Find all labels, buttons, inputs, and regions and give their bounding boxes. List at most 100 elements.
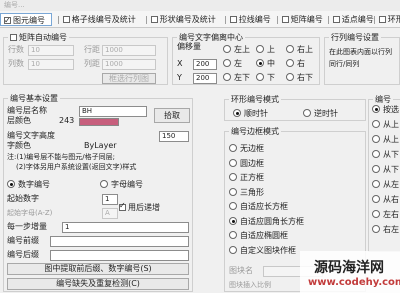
suffix-input[interactable] (50, 250, 189, 261)
numeric-mode-radio[interactable]: 数字编号 (7, 180, 50, 190)
numbering-order-title: 编号 (373, 95, 393, 104)
radio-icon (286, 59, 294, 67)
counterclockwise-radio[interactable]: 逆时针 (303, 109, 338, 119)
align-right[interactable]: 右 (286, 59, 305, 69)
frame-rounded-rect-radio[interactable]: 自适应圆角长方框 (229, 217, 304, 227)
align-top-left[interactable]: 左上 (223, 45, 250, 55)
radio-icon (229, 173, 237, 181)
layer-color-swatch[interactable] (79, 118, 119, 126)
frame-ellipse-radio[interactable]: 自适应椭圆框 (229, 231, 288, 241)
watermark-site-name: 源码海洋网 (314, 260, 384, 276)
pick-button[interactable]: 拾取 (154, 108, 190, 123)
watermark-url: www.codehy.com (308, 277, 400, 288)
frame-circle-radio[interactable]: 圆边框 (229, 159, 264, 169)
select-rows-cols-button[interactable]: 框选行列图 (102, 73, 156, 84)
radio-icon (372, 120, 380, 128)
col-distance-label: 列距 (84, 59, 100, 68)
rows-input[interactable]: 10 (28, 45, 74, 56)
row-col-same: 同行/同列 (329, 60, 360, 68)
check-missing-duplicate-button[interactable]: 编号缺失及重复检测(C) (7, 278, 189, 290)
frame-triangle-radio[interactable]: 三角形 (229, 188, 264, 198)
align-top[interactable]: 上 (256, 45, 275, 55)
matrix-group: 矩阵自动编号 行数 10 行距 1000 列数 10 列距 1000 框选行列图 (3, 33, 168, 85)
row-distance-input[interactable]: 1000 (102, 45, 156, 56)
frame-square-radio[interactable]: 正方框 (229, 173, 264, 183)
text-height-input[interactable]: 150 (159, 131, 189, 142)
row-col-group-title: 行列编号设置 (329, 33, 381, 42)
frame-mode-title: 编号边框模式 (229, 127, 281, 136)
radio-icon (372, 210, 380, 218)
radio-icon (286, 73, 294, 81)
y-label: Y (177, 73, 182, 82)
radio-icon (223, 73, 231, 81)
tab-checkbox-icon (150, 16, 158, 23)
step-input[interactable]: 1 (62, 222, 189, 233)
matrix-enable-checkbox[interactable] (10, 34, 17, 41)
frame-rect-radio[interactable]: 自适应长方框 (229, 202, 288, 212)
block-name-label: 图块名 (229, 266, 253, 275)
layer-name-label: 编号层名称 (7, 106, 47, 115)
start-letter-input[interactable]: A (102, 208, 118, 219)
radio-icon (372, 195, 380, 203)
tab-strip: 图元编号 |格子线编号及统计 |形状编号及统计 |拉线编号 |矩阵编号 |适点编… (0, 11, 400, 28)
row-col-hint: 在此图表内面以行列 (329, 48, 392, 56)
alpha-mode-radio[interactable]: 字母编号 (100, 180, 143, 190)
order-option[interactable]: 从左 (372, 180, 399, 190)
tab-shape-numbering[interactable]: | 形状编号及统计 (142, 13, 216, 26)
align-bottom[interactable]: 下 (256, 73, 275, 83)
col-distance-input[interactable]: 1000 (102, 59, 156, 70)
order-option[interactable]: 从上 (372, 135, 399, 145)
start-number-input[interactable]: 1 (102, 194, 118, 205)
y-offset-input[interactable]: 200 (193, 73, 217, 84)
tab-grid-numbering[interactable]: | 格子线编号及统计 (54, 13, 136, 26)
increment-after-checkbox[interactable]: 用后递增 (119, 201, 160, 213)
tab-pull-line-numbering[interactable]: | 拉线编号 (221, 13, 271, 26)
extract-prefix-suffix-button[interactable]: 图中提取前后缀、数字编号(S) (7, 263, 189, 275)
suffix-label: 编号后缀 (7, 250, 39, 259)
align-bottom-left[interactable]: 左下 (223, 73, 250, 83)
radio-icon (256, 45, 264, 53)
frame-block-radio[interactable]: 自定义图块作框 (229, 246, 296, 256)
align-center[interactable]: 中 (256, 59, 275, 69)
frame-none-radio[interactable]: 无边框 (229, 144, 264, 154)
align-bottom-right[interactable]: 右下 (286, 73, 313, 83)
radio-icon (229, 159, 237, 167)
tab-matrix-numbering[interactable]: | 矩阵编号 (273, 13, 323, 26)
note-line-1: 注:(1)编号层不能与图元/格子同层; (7, 153, 115, 161)
tab-ring-numbering[interactable]: | 环形 (370, 13, 400, 26)
layer-color-label: 层颜色 (7, 116, 31, 125)
tab-checkbox-icon (281, 16, 289, 23)
order-option[interactable]: 从下 (372, 150, 399, 160)
matrix-group-title: 矩阵自动编号 (8, 33, 69, 42)
order-option[interactable]: 从上 (372, 120, 399, 130)
order-option[interactable]: 从下 (372, 165, 399, 175)
text-color-label: 字颜色 (7, 141, 31, 150)
cols-input[interactable]: 10 (28, 59, 74, 70)
order-option[interactable]: 从右 (372, 195, 399, 205)
radio-icon (100, 180, 108, 188)
layer-name-input[interactable]: BH (79, 106, 147, 117)
radio-icon (7, 180, 15, 188)
offset-label: 偏移量 (177, 42, 201, 51)
prefix-input[interactable] (50, 236, 189, 247)
clockwise-radio[interactable]: 顺时针 (233, 109, 268, 119)
align-left[interactable]: 左 (223, 59, 242, 69)
offset-group: 编号文字偏离中心 偏移量 左上 上 右上 X 200 左 中 右 Y 200 左… (172, 33, 320, 85)
align-top-right[interactable]: 右上 (286, 45, 313, 55)
block-scale-label: 图块插入比例 (229, 281, 271, 289)
radio-icon (372, 180, 380, 188)
radio-icon (372, 150, 380, 158)
x-offset-input[interactable]: 200 (193, 59, 217, 70)
order-option[interactable]: 左右 (372, 210, 399, 220)
tab-checkbox-icon (229, 16, 237, 23)
radio-icon (229, 144, 237, 152)
tab-point-numbering[interactable]: | 适点编号 (324, 13, 374, 26)
radio-icon (256, 73, 264, 81)
tab-checkbox-icon (378, 16, 386, 23)
tab-element-numbering[interactable]: 图元编号 (0, 13, 52, 27)
x-label: X (177, 59, 183, 68)
order-option[interactable]: 按选 (372, 105, 399, 115)
row-distance-label: 行距 (84, 45, 100, 54)
text-color-value: ByLayer (84, 141, 117, 150)
order-option[interactable]: 右左 (372, 225, 399, 235)
